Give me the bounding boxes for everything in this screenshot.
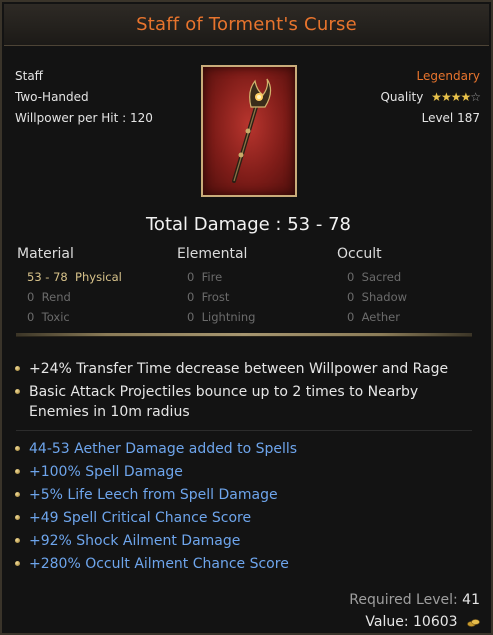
bullet-icon (15, 492, 20, 497)
damage-lightning: 0 Lightning (187, 310, 255, 324)
section-divider (16, 333, 472, 336)
quality-label: Quality (380, 90, 424, 104)
mod-text: +24% Transfer Time decrease between Will… (29, 361, 449, 377)
bullet-icon (15, 561, 20, 566)
damage-value: 0 (347, 310, 355, 324)
mod-text: Enemies in 10m radius (29, 404, 190, 420)
item-tooltip: Staff of Torment's Curse Staff Two-Hande… (0, 0, 493, 635)
star-icon: ★ (460, 90, 471, 104)
item-rarity: Legendary (416, 69, 480, 83)
item-type: Staff (15, 69, 43, 83)
damage-type-label: Sacred (361, 270, 402, 284)
damage-physical: 53 - 78 Physical (27, 270, 122, 284)
item-willpower: Willpower per Hit : 120 (15, 111, 153, 125)
required-level-label: Required Level: (349, 592, 458, 608)
damage-value: 0 (187, 270, 195, 284)
star-icon: ★ (440, 90, 452, 104)
gold-coin-icon (467, 619, 480, 627)
damage-type-label: Toxic (41, 310, 70, 324)
damage-shadow: 0 Shadow (347, 290, 407, 304)
affix-mod: +92% Shock Ailment Damage (15, 531, 241, 552)
required-level-value: 41 (462, 592, 480, 608)
damage-value: 0 (27, 310, 35, 324)
implicit-mod: +24% Transfer Time decrease between Will… (15, 359, 449, 380)
item-image (201, 65, 297, 197)
damage-type-label: Frost (201, 290, 230, 304)
damage-type-label: Rend (41, 290, 71, 304)
damage-sacred: 0 Sacred (347, 270, 401, 284)
total-damage: Total Damage : 53 - 78 (146, 214, 351, 235)
star-icon: ★ (450, 90, 462, 104)
damage-value: 53 - 78 (27, 270, 68, 284)
damage-type-label: Fire (201, 270, 223, 284)
damage-fire: 0 Fire (187, 270, 222, 284)
damage-frost: 0 Frost (187, 290, 229, 304)
damage-rend: 0 Rend (27, 290, 71, 304)
item-quality: Quality ★★★★☆ (380, 90, 481, 111)
damage-value: 0 (27, 290, 35, 304)
item-level: Level 187 (421, 111, 480, 125)
elemental-header: Elemental (177, 246, 248, 262)
occult-header: Occult (337, 246, 382, 262)
bullet-icon (15, 538, 20, 543)
value-amount: 10603 (413, 614, 458, 630)
required-level: Required Level: 41 (349, 592, 480, 608)
affix-mod: +280% Occult Ailment Chance Score (15, 554, 289, 575)
mod-text: +100% Spell Damage (29, 464, 183, 480)
damage-type-label: Physical (75, 270, 122, 284)
item-meta-info: Legendary Quality ★★★★☆ Level 187 (380, 69, 481, 132)
damage-type-label: Shadow (361, 290, 408, 304)
bullet-icon (15, 366, 20, 371)
item-title: Staff of Torment's Curse (4, 4, 489, 46)
item-base-info: Staff Two-Handed Willpower per Hit : 120 (15, 69, 153, 132)
mod-separator (16, 430, 472, 431)
implicit-mod-continuation: Enemies in 10m radius (29, 402, 190, 423)
mod-text: Basic Attack Projectiles bounce up to 2 … (29, 384, 419, 400)
affix-mod: +49 Spell Critical Chance Score (15, 508, 252, 529)
damage-value: 0 (347, 290, 355, 304)
implicit-mod: Basic Attack Projectiles bounce up to 2 … (15, 382, 419, 403)
quality-stars: ★★★★☆ (431, 90, 481, 105)
damage-value: 0 (347, 270, 355, 284)
damage-aether: 0 Aether (347, 310, 400, 324)
damage-type-label: Aether (361, 310, 400, 324)
mod-text: +92% Shock Ailment Damage (29, 533, 241, 549)
item-value: Value: 10603 (365, 614, 480, 630)
bullet-icon (15, 389, 20, 394)
damage-toxic: 0 Toxic (27, 310, 70, 324)
damage-value: 0 (187, 310, 195, 324)
star-icon: ★ (431, 90, 442, 104)
item-handedness: Two-Handed (15, 90, 89, 104)
value-label: Value: (365, 614, 409, 630)
damage-type-label: Lightning (201, 310, 256, 324)
affix-mod: +100% Spell Damage (15, 462, 183, 483)
affix-mod: 44-53 Aether Damage added to Spells (15, 439, 298, 460)
mod-text: +5% Life Leech from Spell Damage (29, 487, 278, 503)
mod-text: +49 Spell Critical Chance Score (29, 510, 252, 526)
damage-value: 0 (187, 290, 195, 304)
material-header: Material (17, 246, 74, 262)
star-icon: ☆ (470, 90, 481, 104)
mod-text: +280% Occult Ailment Chance Score (29, 556, 289, 572)
bullet-icon (15, 515, 20, 520)
mod-text: 44-53 Aether Damage added to Spells (29, 441, 298, 457)
bullet-icon (15, 469, 20, 474)
affix-mod: +5% Life Leech from Spell Damage (15, 485, 278, 506)
staff-icon (232, 78, 272, 183)
bullet-icon (15, 446, 20, 451)
